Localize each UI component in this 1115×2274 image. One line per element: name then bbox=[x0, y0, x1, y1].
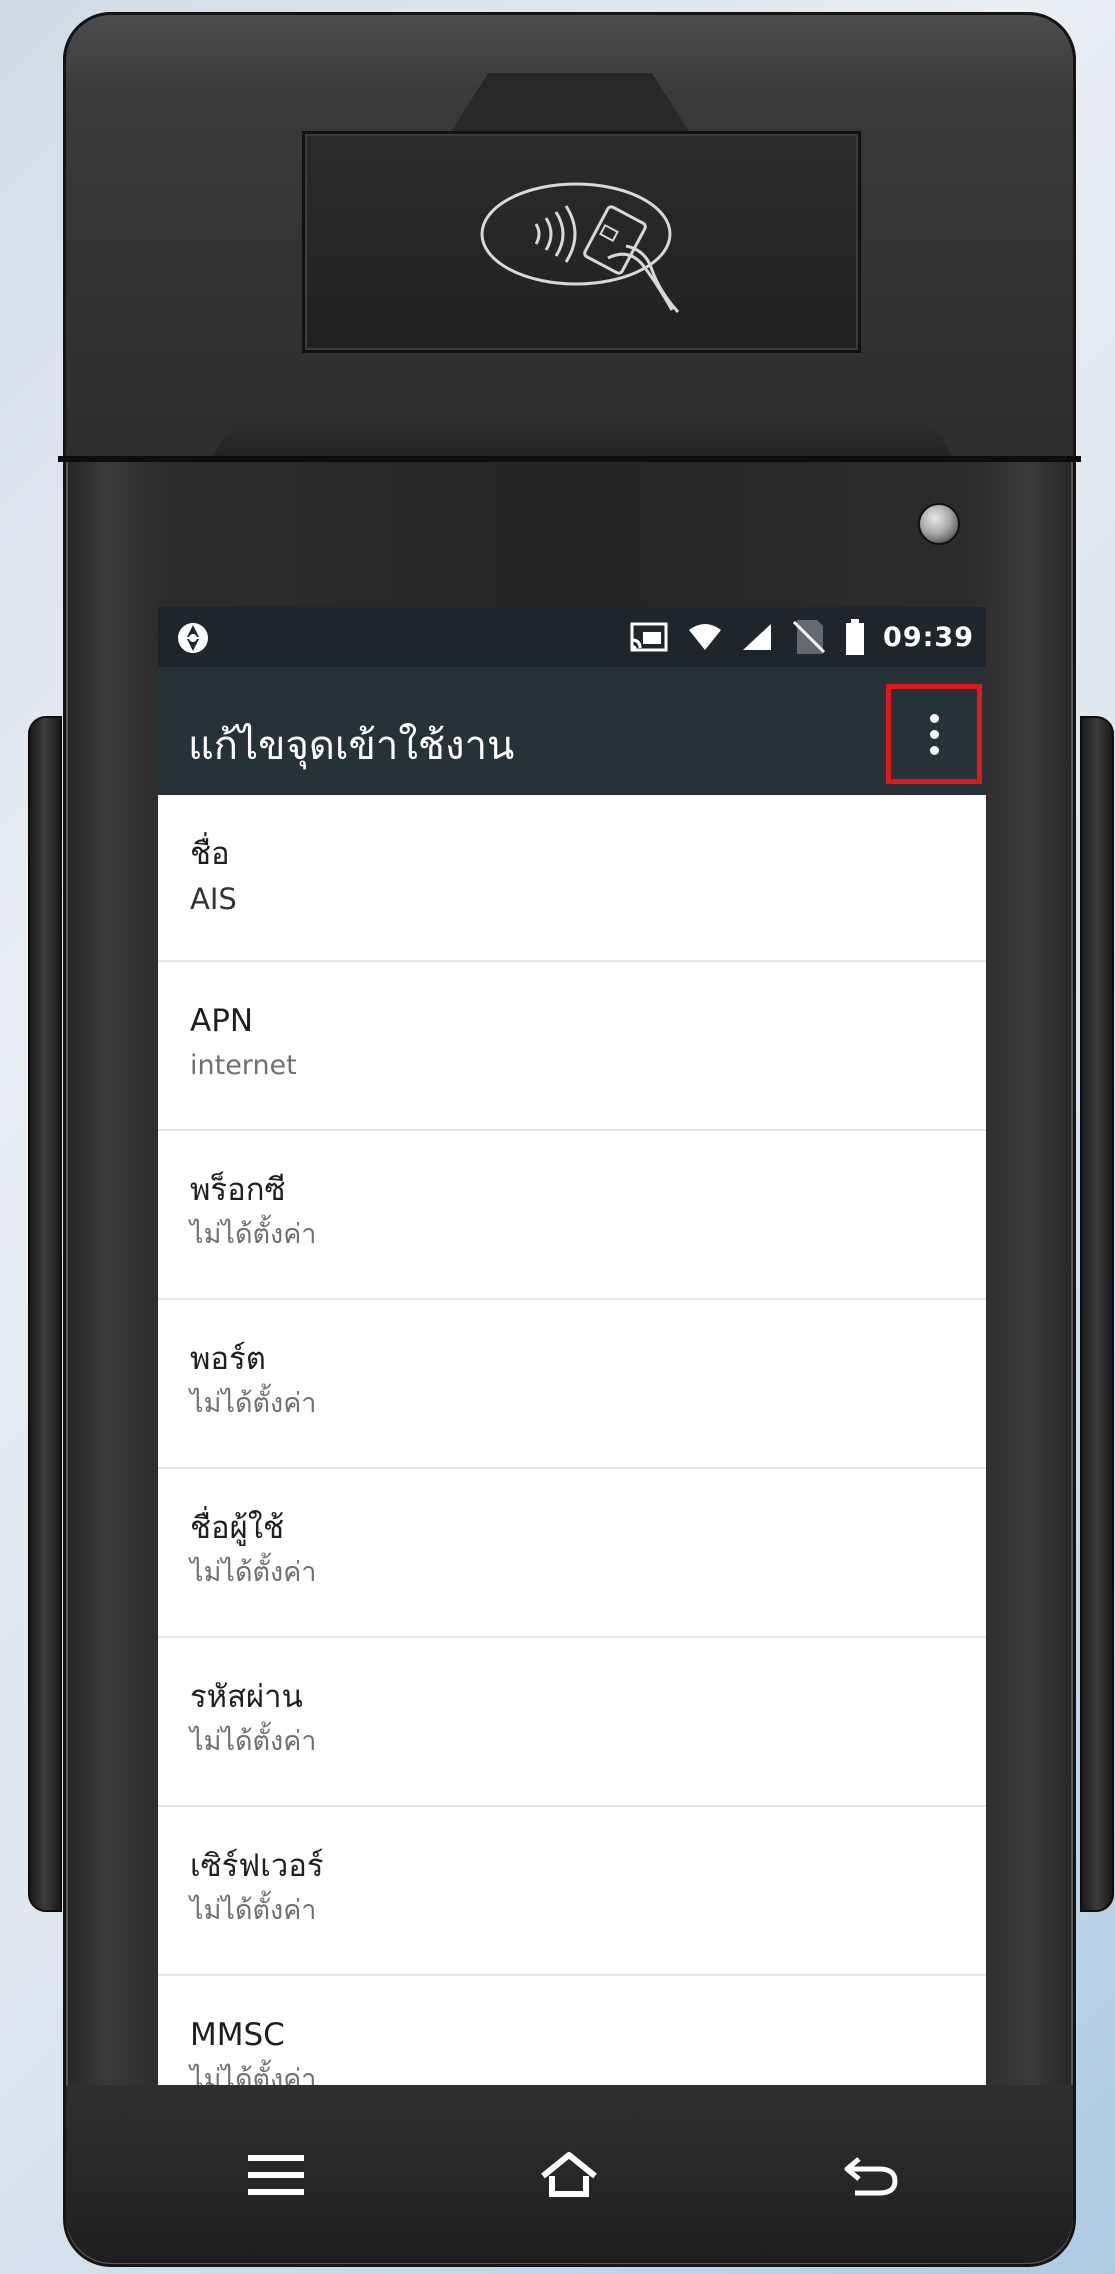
nav-menu-button[interactable] bbox=[236, 2135, 316, 2215]
setting-value: ไม่ได้ตั้งค่า bbox=[190, 1218, 317, 1250]
setting-value: ไม่ได้ตั้งค่า bbox=[190, 1725, 317, 1757]
overflow-menu-button[interactable] bbox=[886, 684, 982, 784]
signal-icon bbox=[743, 624, 772, 650]
status-clock: 09:39 bbox=[883, 621, 974, 653]
setting-name[interactable]: ชื่อ AIS bbox=[158, 795, 986, 962]
menu-icon bbox=[248, 2155, 304, 2195]
setting-value: ไม่ได้ตั้งค่า bbox=[190, 1894, 317, 1926]
setting-apn[interactable]: APN internet bbox=[158, 962, 986, 1131]
cast-icon bbox=[630, 622, 668, 652]
setting-title: ชื่อ bbox=[190, 836, 230, 872]
status-bar: 09:39 bbox=[158, 607, 986, 667]
contactless-icon bbox=[480, 182, 680, 314]
device-side-grip-left bbox=[28, 716, 62, 1912]
setting-value: AIS bbox=[190, 881, 237, 916]
device-ridge bbox=[213, 420, 952, 456]
page-title: แก้ไขจุดเข้าใช้งาน bbox=[188, 723, 515, 769]
battery-icon bbox=[846, 619, 865, 655]
setting-title: พร็อกซี bbox=[190, 1172, 286, 1208]
setting-username[interactable]: ชื่อผู้ใช้ ไม่ได้ตั้งค่า bbox=[158, 1469, 986, 1638]
front-camera bbox=[918, 503, 960, 545]
setting-server[interactable]: เซิร์ฟเวอร์ ไม่ได้ตั้งค่า bbox=[158, 1807, 986, 1976]
sync-icon bbox=[178, 623, 208, 653]
setting-proxy[interactable]: พร็อกซี ไม่ได้ตั้งค่า bbox=[158, 1131, 986, 1300]
setting-value: ไม่ได้ตั้งค่า bbox=[190, 2063, 317, 2085]
setting-title: MMSC bbox=[190, 2017, 285, 2053]
device-top-hump bbox=[450, 73, 690, 133]
navigation-bar bbox=[66, 2085, 1073, 2263]
setting-mmsc[interactable]: MMSC ไม่ได้ตั้งค่า bbox=[158, 1976, 986, 2085]
setting-value: ไม่ได้ตั้งค่า bbox=[190, 1387, 317, 1419]
more-vert-icon bbox=[929, 713, 939, 755]
back-icon bbox=[844, 2157, 898, 2196]
status-icons: 09:39 bbox=[629, 617, 974, 657]
setting-value: internet bbox=[190, 1049, 297, 1081]
setting-title: ชื่อผู้ใช้ bbox=[190, 1510, 284, 1546]
nav-back-button[interactable] bbox=[831, 2135, 911, 2215]
home-icon bbox=[541, 2152, 597, 2197]
device-screen: 09:39 แก้ไขจุดเข้าใช้งาน ชื่อ AIS APN in… bbox=[158, 607, 986, 2085]
no-sim-icon bbox=[792, 620, 826, 654]
setting-title: พอร์ต bbox=[190, 1341, 266, 1377]
setting-port[interactable]: พอร์ต ไม่ได้ตั้งค่า bbox=[158, 1300, 986, 1469]
wifi-icon bbox=[689, 624, 722, 650]
setting-title: เซิร์ฟเวอร์ bbox=[190, 1848, 324, 1884]
setting-title: รหัสผ่าน bbox=[190, 1679, 303, 1715]
nav-home-button[interactable] bbox=[529, 2135, 609, 2215]
app-bar: แก้ไขจุดเข้าใช้งาน bbox=[158, 667, 986, 795]
setting-password[interactable]: รหัสผ่าน ไม่ได้ตั้งค่า bbox=[158, 1638, 986, 1807]
apn-settings-list: ชื่อ AIS APN internet พร็อกซี ไม่ได้ตั้ง… bbox=[158, 795, 986, 2085]
device-side-grip-right bbox=[1080, 716, 1114, 1912]
device-seam bbox=[58, 456, 1081, 462]
setting-value: ไม่ได้ตั้งค่า bbox=[190, 1556, 317, 1588]
setting-title: APN bbox=[190, 1003, 254, 1039]
